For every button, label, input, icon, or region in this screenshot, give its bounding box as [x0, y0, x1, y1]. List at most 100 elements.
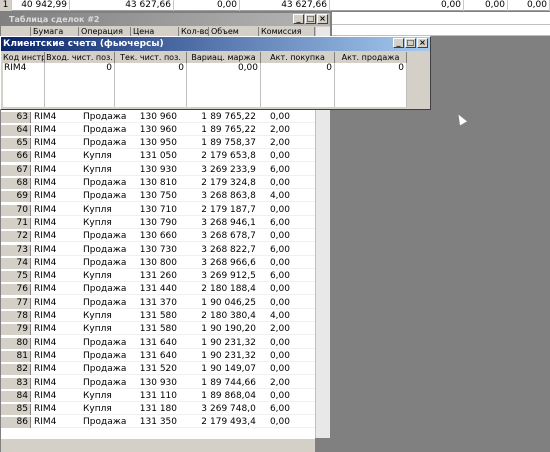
- background-grid: [332, 12, 550, 36]
- row-number: 77: [1, 297, 31, 309]
- price-cell: 130 810: [139, 178, 177, 188]
- quantity-cell: 1: [201, 111, 207, 122]
- security-cell: RIM4: [34, 297, 57, 308]
- variation-margin: 0,00: [187, 63, 261, 107]
- operation-cell: Продажа: [83, 284, 127, 295]
- table-row[interactable]: 83 RIM4 Продажа 130 930 1 89 744,66 2,00: [1, 377, 315, 389]
- volume-cell: 90 190,20: [210, 324, 256, 335]
- table-row[interactable]: 82 RIM4 Продажа 131 520 1 90 149,07 0,00: [1, 364, 315, 376]
- volume-cell: 179 324,82: [210, 178, 256, 188]
- volume-cell: 268 822,71: [210, 244, 256, 255]
- operation-cell: Продажа: [83, 138, 127, 149]
- table-row[interactable]: 75RIM4 Купля 131 260 3269 912,55 6,00: [1, 271, 315, 283]
- row-number: 69: [1, 191, 31, 203]
- table-row[interactable]: 86RIM4 Продажа 131 350 2179 493,46 0,00: [1, 417, 315, 429]
- price-cell: 131 180: [139, 404, 177, 415]
- table-row[interactable]: 71RIM4 Купля 130 790 3268 946,10 6,00: [1, 217, 315, 229]
- client-accounts-window[interactable]: Клиентские счета (фьючерсы) _ □ × Код ин…: [0, 36, 431, 110]
- commission-cell: 0,00: [269, 284, 290, 295]
- table-row[interactable]: 66RIM4 Купля 131 050 2179 653,82 0,00: [1, 151, 315, 163]
- quantity-cell: 3: [201, 164, 207, 175]
- row-number: 72: [1, 231, 31, 243]
- operation-cell: Продажа: [83, 244, 127, 255]
- row-number: 73: [1, 244, 31, 256]
- security-cell: RIM4: [34, 324, 57, 335]
- table-row[interactable]: 79 RIM4 Купля 131 580 1 90 190,20 2,00: [1, 324, 315, 336]
- volume-cell: 90 149,07: [210, 364, 256, 375]
- volume-cell: 89 868,04: [210, 390, 256, 401]
- table-row[interactable]: 67RIM4 Купля 130 930 3269 233,98 6,00: [1, 164, 315, 176]
- commission-cell: 2,00: [269, 324, 290, 335]
- close-button[interactable]: ×: [417, 38, 428, 48]
- row-number: 70: [1, 204, 31, 216]
- security-cell: RIM4: [34, 377, 57, 388]
- client-window-title: Клиентские счета (фьючерсы): [3, 39, 164, 49]
- operation-cell: Продажа: [83, 350, 127, 361]
- summary-cell: 0,00: [174, 0, 240, 11]
- row-number: 80: [1, 337, 31, 349]
- commission-cell: 4,00: [269, 311, 290, 321]
- volume-cell: 269 233,98: [210, 164, 256, 175]
- client-table-body[interactable]: RIM4 0 0 0,00 0 0: [3, 63, 407, 107]
- table-row[interactable]: 81 RIM4 Продажа 131 640 1 90 231,32 0,00: [1, 350, 315, 362]
- client-window-titlebar[interactable]: Клиентские счета (фьючерсы) _ □ ×: [1, 37, 430, 51]
- price-cell: 131 640: [139, 350, 177, 361]
- row-number: 86: [1, 417, 31, 429]
- commission-cell: 0,00: [269, 257, 290, 268]
- table-row[interactable]: 80 RIM4 Продажа 131 640 1 90 231,32 0,00: [1, 337, 315, 349]
- deals-window-title: Таблица сделок #2: [9, 15, 100, 24]
- security-cell: RIM4: [34, 271, 57, 282]
- operation-cell: Продажа: [83, 257, 127, 268]
- table-row[interactable]: 64 RIM4 Продажа 130 960 1 89 765,22 2,00: [1, 124, 315, 136]
- maximize-button[interactable]: □: [405, 38, 416, 48]
- instrument-code[interactable]: RIM4: [3, 63, 45, 107]
- table-row[interactable]: 69RIM4 Продажа 130 750 3268 863,84 4,00: [1, 191, 315, 203]
- volume-cell: 179 653,82: [210, 151, 256, 162]
- table-row[interactable]: 78RIM4 Купля 131 580 2180 380,40 4,00: [1, 311, 315, 322]
- volume-cell: 179 187,72: [210, 204, 256, 215]
- column-header[interactable]: Акт. покупка: [261, 52, 335, 63]
- operation-cell: Продажа: [83, 297, 127, 308]
- table-row[interactable]: 77 RIM4 Продажа 131 370 1 90 046,25 0,00: [1, 297, 315, 309]
- summary-cell: 0,00: [464, 0, 508, 11]
- price-cell: 130 800: [139, 257, 177, 268]
- table-row[interactable]: 68RIM4 Продажа 130 810 2179 324,82 0,00: [1, 178, 315, 189]
- column-header[interactable]: Вход. чист. поз.: [45, 52, 115, 63]
- security-cell: RIM4: [34, 284, 57, 295]
- commission-cell: 6,00: [269, 271, 290, 282]
- table-row[interactable]: 76RIM4 Продажа 131 440 2180 188,46 0,00: [1, 284, 315, 296]
- summary-row-index: 1: [0, 0, 12, 11]
- table-row[interactable]: 70RIM4 Купля 130 710 2179 187,72 0,00: [1, 204, 315, 216]
- horizontal-scrollbar[interactable]: [1, 438, 315, 452]
- column-header[interactable]: Тек. чист. поз.: [115, 52, 187, 63]
- quantity-cell: 2: [201, 417, 207, 428]
- volume-cell: 268 678,77: [210, 231, 256, 242]
- minimize-button[interactable]: _: [393, 38, 404, 48]
- table-row[interactable]: 85RIM4 Купля 131 180 3269 748,06 6,00: [1, 404, 315, 416]
- table-row[interactable]: 84 RIM4 Купля 131 110 1 89 868,04 0,00: [1, 390, 315, 402]
- price-cell: 131 580: [139, 324, 177, 335]
- column-header[interactable]: Акт. продажа: [335, 52, 407, 63]
- row-number: 71: [1, 217, 31, 229]
- commission-cell: 0,00: [269, 111, 290, 122]
- operation-cell: Продажа: [83, 111, 127, 122]
- quantity-cell: 1: [201, 377, 207, 388]
- active-sell: 0: [335, 63, 407, 107]
- close-button[interactable]: ×: [317, 14, 328, 24]
- column-header[interactable]: Вариац. маржа: [187, 52, 261, 63]
- table-row[interactable]: 65 RIM4 Продажа 130 950 1 89 758,37 2,00: [1, 138, 315, 150]
- table-row[interactable]: 73RIM4 Продажа 130 730 3268 822,71 6,00: [1, 244, 315, 256]
- table-row[interactable]: 74RIM4 Продажа 130 800 3268 966,65 0,00: [1, 257, 315, 269]
- table-row[interactable]: 63 RIM4 Продажа 130 960 1 89 765,22 0,00: [1, 111, 315, 123]
- table-row[interactable]: 72RIM4 Продажа 130 660 3268 678,77 0,00: [1, 231, 315, 243]
- volume-cell: 89 765,22: [210, 111, 256, 122]
- price-cell: 130 790: [139, 217, 177, 228]
- price-cell: 130 730: [139, 244, 177, 255]
- quantity-cell: 3: [201, 271, 207, 282]
- deals-window-titlebar[interactable]: Таблица сделок #2 _ □ ×: [1, 13, 330, 26]
- minimize-button[interactable]: _: [293, 14, 304, 24]
- maximize-button[interactable]: □: [305, 14, 316, 24]
- row-number: 74: [1, 257, 31, 269]
- column-header[interactable]: Код инструм: [3, 52, 45, 63]
- operation-cell: Купля: [83, 404, 112, 415]
